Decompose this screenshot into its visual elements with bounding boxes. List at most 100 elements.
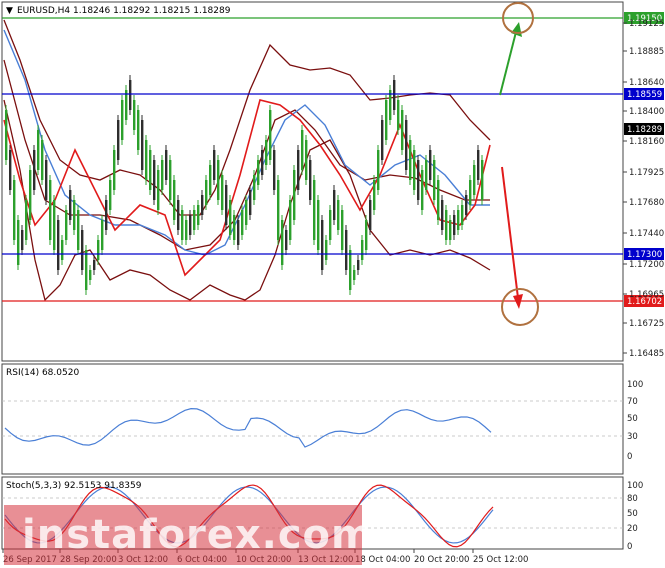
price-tick-label: 1.17925 — [629, 168, 664, 178]
candle-body — [21, 230, 24, 250]
candle-body — [309, 160, 312, 200]
candle-body — [477, 150, 480, 180]
candle-body — [53, 200, 56, 250]
candle-body — [317, 200, 320, 250]
candle-body — [45, 160, 48, 200]
candle-body — [293, 170, 296, 220]
candle-body — [277, 180, 280, 240]
candle-body — [81, 230, 84, 270]
candle-body — [245, 200, 248, 225]
candle-body — [261, 150, 264, 175]
candle-body — [229, 200, 232, 235]
candle-body — [429, 150, 432, 180]
candle-body — [173, 180, 176, 220]
candle-body — [441, 200, 444, 230]
candle-body — [25, 200, 28, 240]
candle-body — [121, 100, 124, 140]
candle-body — [393, 80, 396, 110]
candle-body — [33, 150, 36, 190]
time-tick-label: 25 Oct 12:00 — [473, 555, 528, 565]
candle-body — [301, 130, 304, 170]
stoch-axis-label: 20 — [627, 524, 638, 534]
candle-body — [77, 210, 80, 250]
candle-body — [233, 215, 236, 240]
candle-body — [157, 170, 160, 210]
candle-body — [381, 120, 384, 160]
candle-body — [321, 220, 324, 270]
time-tick-label: 20 Oct 20:00 — [414, 555, 469, 565]
candle-body — [409, 140, 412, 180]
price-tick-label: 1.18400 — [629, 107, 664, 117]
rsi-panel — [1, 363, 624, 475]
candle-body — [165, 150, 168, 180]
rsi-axis-label: 70 — [627, 397, 638, 407]
candle-body — [41, 140, 44, 180]
candle-body — [89, 270, 92, 280]
candle-body — [325, 240, 328, 260]
watermark: instaforex.com — [4, 505, 373, 565]
candle-body — [37, 130, 40, 170]
candle-body — [185, 220, 188, 240]
candle-body — [273, 150, 276, 190]
ohlc-quotes: 1.18246 1.18292 1.18215 1.18289 — [73, 6, 231, 16]
candle-body — [85, 250, 88, 290]
candle-body — [105, 200, 108, 230]
candle-body — [249, 190, 252, 215]
candle-body — [29, 170, 32, 220]
candle-body — [397, 100, 400, 130]
candle-body — [181, 210, 184, 240]
candle-body — [97, 240, 100, 260]
candle-body — [93, 260, 96, 270]
candle-body — [113, 150, 116, 190]
candle-body — [445, 210, 448, 240]
candle-body — [425, 160, 428, 190]
candle-body — [469, 180, 472, 205]
candle-body — [149, 150, 152, 190]
candle-body — [237, 220, 240, 245]
candle-body — [457, 210, 460, 230]
candle-body — [345, 230, 348, 270]
candle-body — [285, 230, 288, 250]
candle-body — [257, 160, 260, 185]
candle-body — [349, 250, 352, 290]
candle-body — [193, 210, 196, 230]
candle-body — [353, 270, 356, 280]
candle-body — [13, 180, 16, 240]
price-tick-label: 1.17440 — [629, 229, 664, 239]
candle-body — [281, 220, 284, 265]
price-tick-label: 1.19125 — [629, 19, 664, 29]
candle-body — [373, 180, 376, 210]
candle-body — [177, 200, 180, 230]
price-tick-label: 1.18160 — [629, 137, 664, 147]
candle-body — [253, 175, 256, 200]
candle-body — [5, 110, 8, 160]
rsi-axis-label: 50 — [627, 414, 638, 424]
candle-body — [109, 180, 112, 210]
candle-body — [305, 140, 308, 180]
candle-body — [417, 160, 420, 200]
symbol-label: EURUSD,H4 — [17, 6, 70, 16]
candle-body — [369, 200, 372, 230]
candle-body — [61, 240, 64, 260]
candle-body — [117, 120, 120, 160]
candle-body — [405, 120, 408, 170]
candle-body — [141, 120, 144, 170]
price-tick-label: 1.16965 — [629, 290, 664, 300]
candle-body — [49, 180, 52, 240]
candle-body — [201, 195, 204, 215]
candle-body — [385, 100, 388, 140]
price-tick-label: 1.16485 — [629, 349, 664, 359]
candle-body — [57, 220, 60, 270]
rsi-axis-label: 0 — [627, 452, 632, 462]
candle-body — [465, 195, 468, 215]
candle-body — [221, 175, 224, 210]
candle-body — [269, 110, 272, 160]
level-tag-label: 1.17300 — [627, 250, 662, 260]
stoch-axis-label: 0 — [627, 542, 632, 552]
price-tick-label: 1.16725 — [629, 319, 664, 329]
candle-body — [289, 200, 292, 240]
candle-body — [153, 160, 156, 200]
rsi-axis-label: 30 — [627, 432, 638, 442]
candle-body — [225, 185, 228, 225]
candle-body — [357, 260, 360, 270]
